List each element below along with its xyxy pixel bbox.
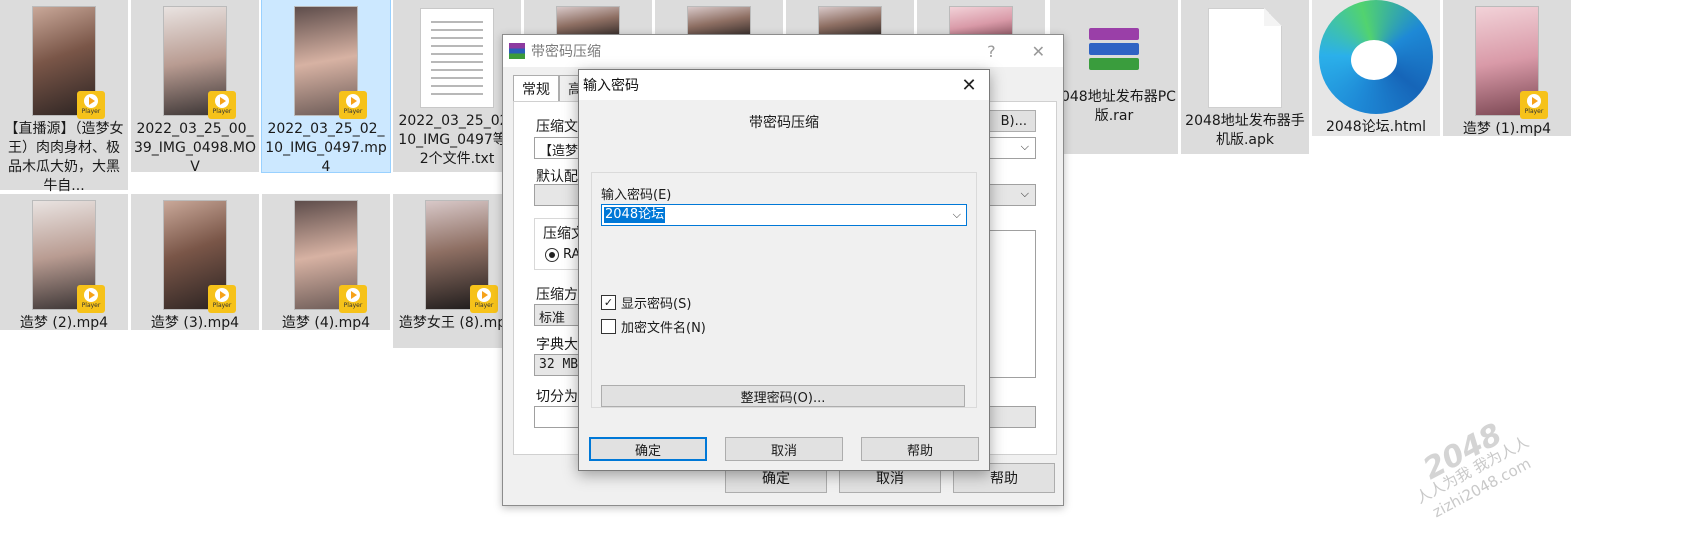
text-file-icon xyxy=(420,8,494,108)
file-tile[interactable]: Player 造梦 (2).mp4 xyxy=(0,194,128,331)
show-password-checkbox[interactable]: ✓ 显示密码(S) xyxy=(601,293,691,312)
rar-archive-icon xyxy=(1089,28,1139,72)
chevron-down-icon: ⌵ xyxy=(1020,187,1029,200)
player-badge-icon: Player xyxy=(208,285,236,313)
dialog-titlebar: 输入密码 ✕ xyxy=(579,70,989,100)
dialog-titlebar: 带密码压缩 ? ✕ xyxy=(503,35,1063,67)
file-name: 造梦 (2).mp4 xyxy=(19,315,109,331)
file-tile[interactable]: Player 2022_03_25_00_39_IMG_0498.MOV xyxy=(131,0,259,175)
dictionary-label: 字典大 xyxy=(536,337,578,353)
video-thumbnail: Player xyxy=(294,6,367,119)
apk-file-icon xyxy=(1208,8,1282,108)
edge-browser-icon xyxy=(1319,0,1433,114)
chevron-down-icon[interactable]: ⌵ xyxy=(953,208,961,222)
password-label: 输入密码(E) xyxy=(601,188,672,203)
player-badge-icon: Player xyxy=(77,91,105,119)
video-thumbnail: Player xyxy=(1475,6,1548,119)
file-name: 造梦 (3).mp4 xyxy=(150,315,240,331)
file-tile-selected[interactable]: Player 2022_03_25_02_10_IMG_0497.mp4 xyxy=(261,0,391,175)
file-tile[interactable]: Player 造梦 (3).mp4 xyxy=(131,194,259,331)
file-tile[interactable]: 2048地址发布器PC版.rar xyxy=(1050,0,1178,154)
dialog-title: 输入密码 xyxy=(583,78,639,94)
password-input[interactable]: 2048论坛 ⌵ xyxy=(601,204,967,226)
options-list[interactable] xyxy=(988,230,1036,378)
file-name: 造梦 (1).mp4 xyxy=(1462,121,1552,137)
file-name: 2048地址发布器PC版.rar xyxy=(1052,89,1176,124)
file-tile[interactable]: Player 造梦 (4).mp4 xyxy=(262,194,390,331)
file-tile[interactable]: 2048论坛.html xyxy=(1312,0,1440,136)
player-badge-icon: Player xyxy=(208,91,236,119)
dialog-heading: 带密码压缩 xyxy=(749,115,819,131)
video-thumbnail: Player xyxy=(32,6,105,119)
winrar-app-icon xyxy=(509,43,525,59)
tab-general[interactable]: 常规 xyxy=(513,75,559,102)
ok-button[interactable]: 确定 xyxy=(589,437,707,461)
file-tile[interactable]: 2048地址发布器手机版.apk xyxy=(1181,0,1309,154)
video-thumbnail: Player xyxy=(163,200,236,313)
site-watermark: 2048 人人为我 我为人人 zizhi2048.com xyxy=(1413,416,1534,522)
video-thumbnail: Player xyxy=(425,200,498,313)
player-badge-icon: Player xyxy=(470,285,498,313)
file-name: 造梦 (4).mp4 xyxy=(281,315,371,331)
file-tile[interactable]: Player 【直播源】（造梦女王）肉肉身材、极品木瓜大奶，大黑牛自... xyxy=(0,0,128,194)
checkbox-checked-icon: ✓ xyxy=(601,295,616,310)
close-icon[interactable]: ✕ xyxy=(949,70,989,100)
password-value: 2048论坛 xyxy=(604,207,666,223)
method-label: 压缩方 xyxy=(536,287,578,303)
dialog-title: 带密码压缩 xyxy=(531,44,601,60)
file-name: 【直播源】（造梦女王）肉肉身材、极品木瓜大奶，大黑牛自... xyxy=(4,121,124,194)
chevron-down-icon: ⌵ xyxy=(1020,140,1029,153)
default-profile-label: 默认配 xyxy=(536,169,578,185)
close-icon[interactable]: ✕ xyxy=(1032,42,1045,61)
split-label: 切分为 xyxy=(536,389,578,405)
player-badge-icon: Player xyxy=(77,285,105,313)
file-name: 2048地址发布器手机版.apk xyxy=(1185,113,1305,148)
split-unit-select[interactable] xyxy=(988,406,1036,428)
cancel-button[interactable]: 取消 xyxy=(725,437,843,461)
archive-name-label: 压缩文 xyxy=(536,119,578,135)
player-badge-icon: Player xyxy=(1520,91,1548,119)
format-rar-radio[interactable]: RA xyxy=(545,247,580,262)
help-button[interactable]: 帮助 xyxy=(861,437,979,461)
video-thumbnail: Player xyxy=(32,200,105,313)
video-thumbnail: Player xyxy=(163,6,236,119)
radio-selected-icon xyxy=(545,247,559,262)
player-badge-icon: Player xyxy=(339,285,367,313)
video-thumbnail: Player xyxy=(294,200,367,313)
organize-passwords-button[interactable]: 整理密码(O)... xyxy=(601,385,965,407)
player-badge-icon: Player xyxy=(339,91,367,119)
file-name: 2048论坛.html xyxy=(1326,119,1426,135)
encrypt-filenames-checkbox[interactable]: 加密文件名(N) xyxy=(601,317,706,336)
file-tile[interactable]: Player 造梦 (1).mp4 xyxy=(1443,0,1571,137)
checkbox-unchecked-icon xyxy=(601,319,616,334)
file-name: 2022_03_25_00_39_IMG_0498.MOV xyxy=(133,121,257,175)
file-name: 2022_03_25_02_10_IMG_0497.mp4 xyxy=(265,121,387,175)
enter-password-dialog: 输入密码 ✕ 带密码压缩 输入密码(E) 2048论坛 ⌵ ✓ 显示密码(S) … xyxy=(578,69,990,471)
help-icon[interactable]: ? xyxy=(987,42,996,61)
